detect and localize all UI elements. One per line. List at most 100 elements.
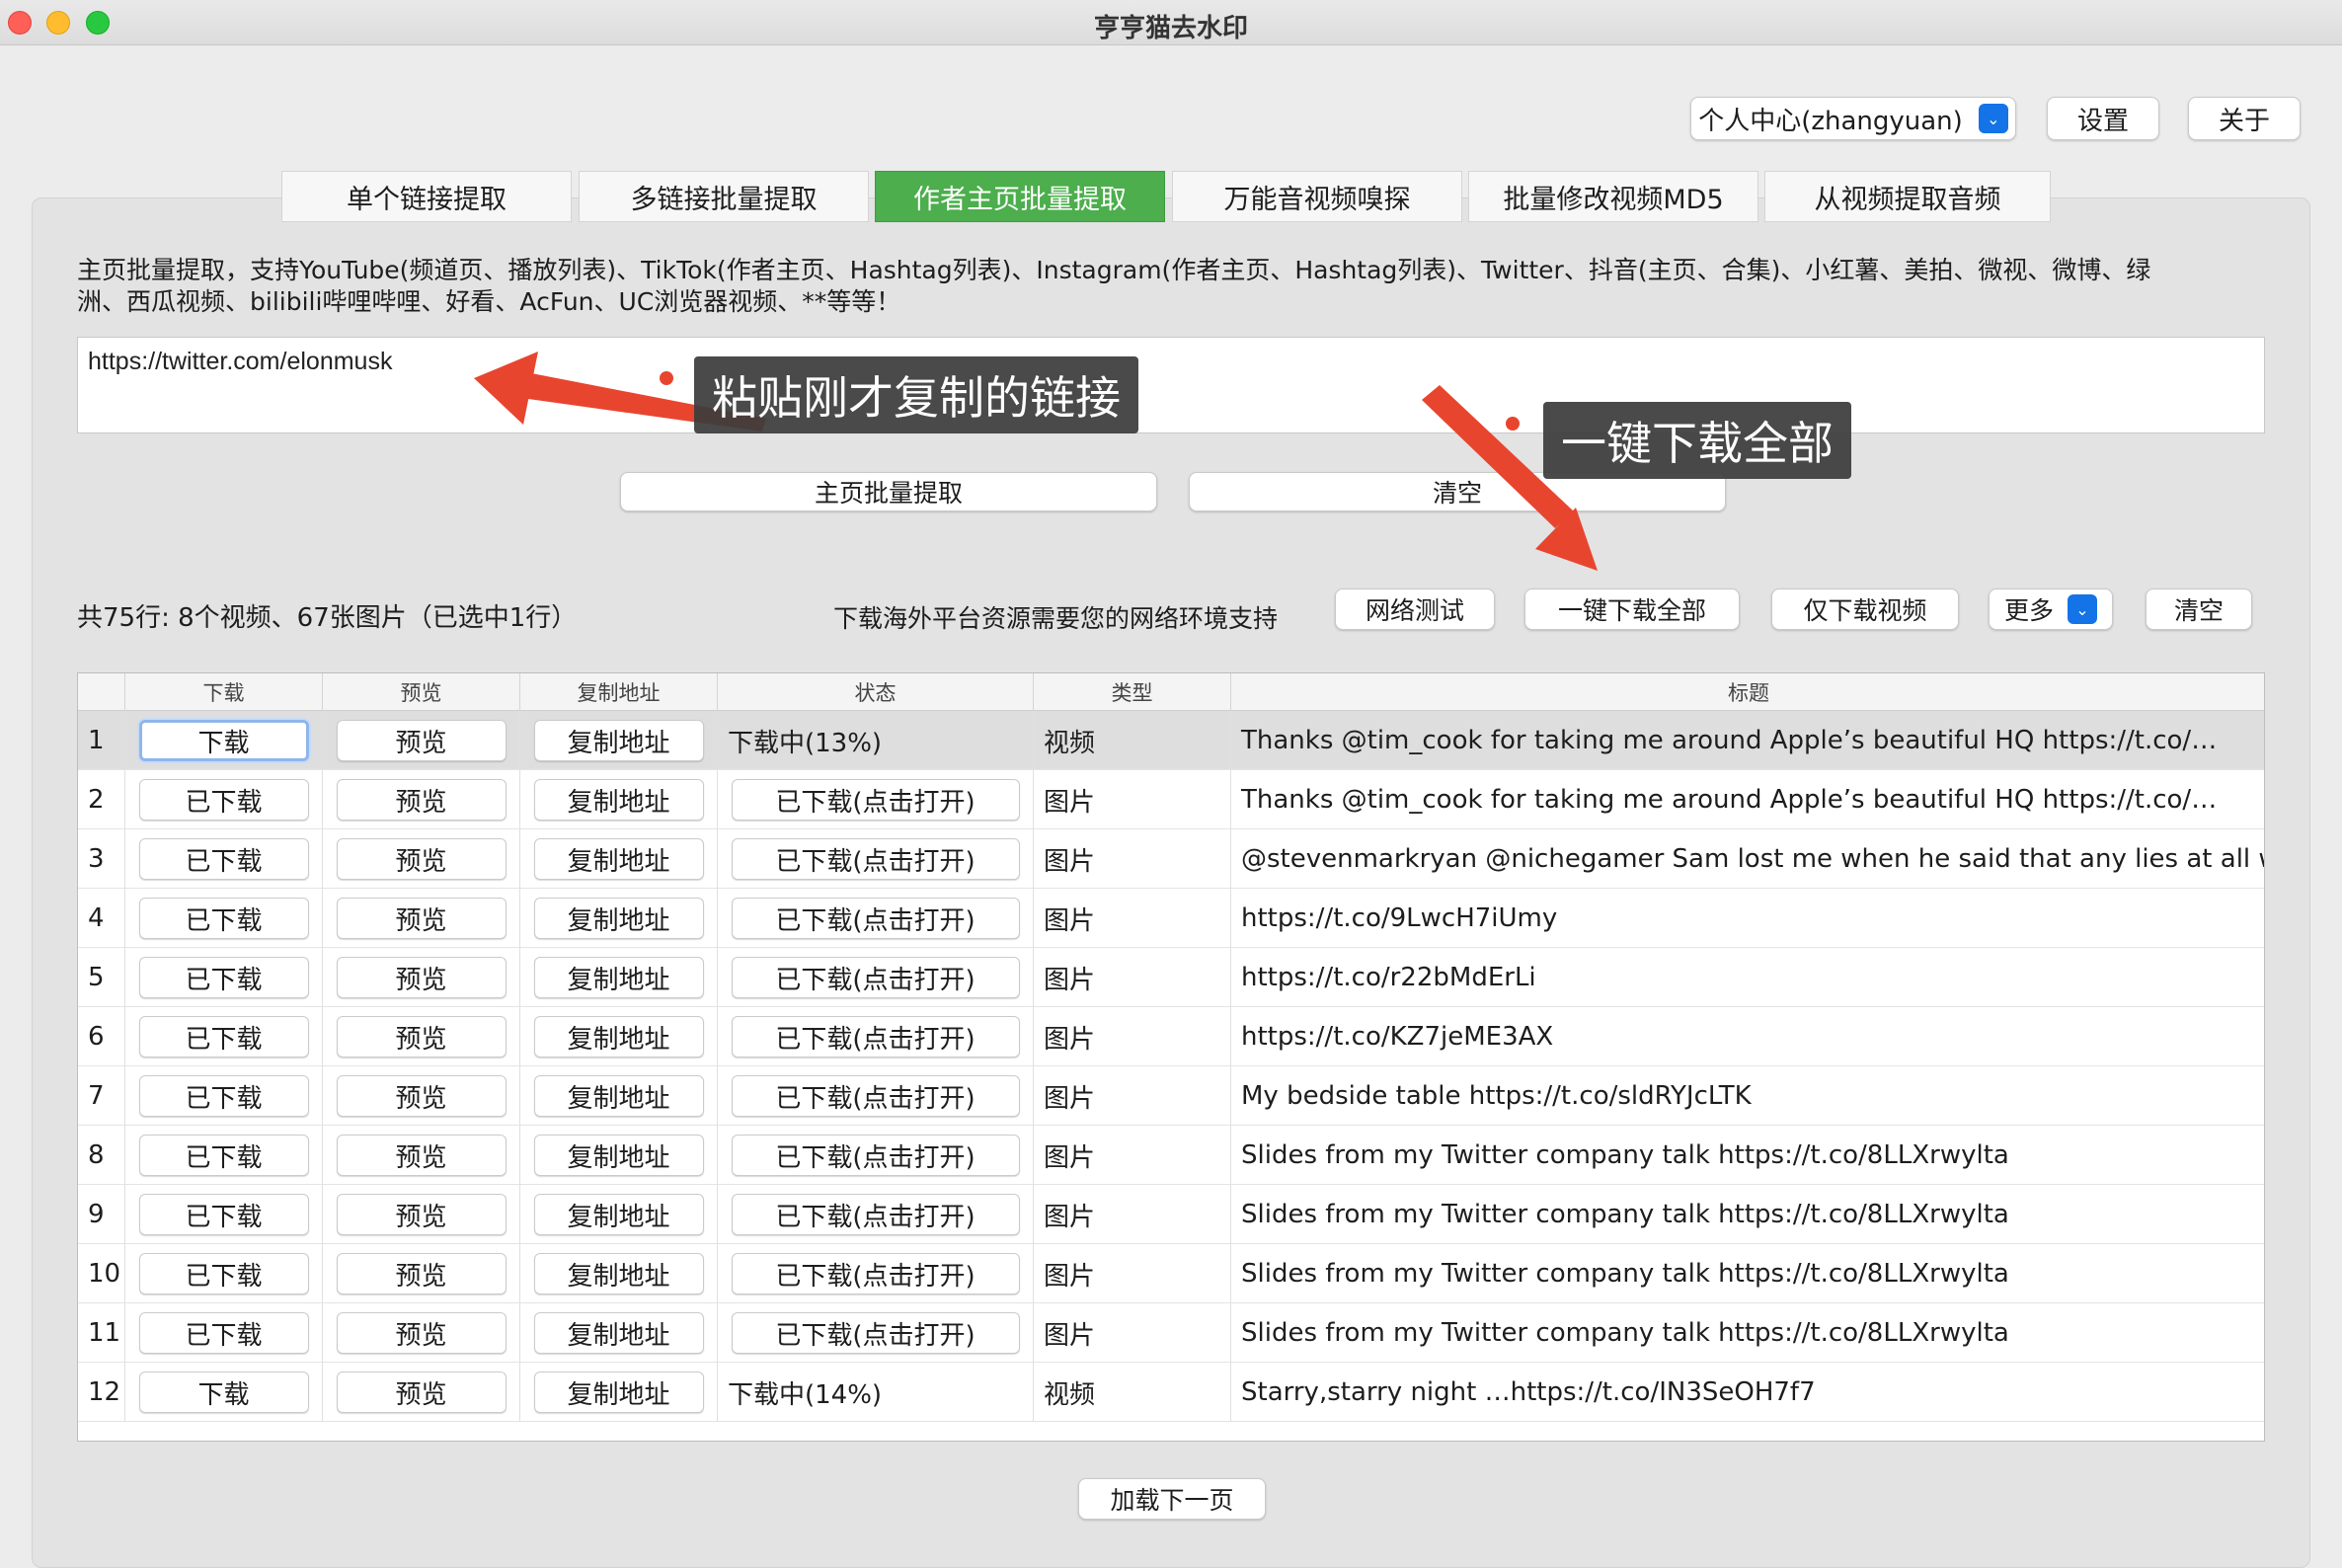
copy-address-button[interactable]: 复制地址 xyxy=(533,898,704,939)
copy-address-button[interactable]: 复制地址 xyxy=(533,1372,704,1413)
preview-cell: 预览 xyxy=(323,1007,520,1066)
download-button[interactable]: 已下载 xyxy=(138,1135,309,1176)
preview-cell: 预览 xyxy=(323,829,520,889)
download-button[interactable]: 已下载 xyxy=(138,838,309,880)
download-all-button[interactable]: 一键下载全部 xyxy=(1524,588,1740,630)
table-row[interactable]: 10 已下载 预览 复制地址 已下载(点击打开) 图片 Slides from my Twi… xyxy=(78,1244,2264,1303)
download-button[interactable]: 下载 xyxy=(138,720,309,761)
download-button[interactable]: 已下载 xyxy=(138,1312,309,1354)
preview-cell: 预览 xyxy=(323,1185,520,1244)
clear-list-button[interactable]: 清空 xyxy=(2146,588,2252,630)
chevron-down-icon: ⌄ xyxy=(1978,104,2008,133)
open-file-button[interactable]: 已下载(点击打开) xyxy=(731,779,1020,821)
copy-address-button[interactable]: 复制地址 xyxy=(533,1075,704,1117)
row-index: 8 xyxy=(78,1126,125,1185)
copy-address-button[interactable]: 复制地址 xyxy=(533,720,704,761)
preview-cell: 预览 xyxy=(323,1126,520,1185)
copy-cell: 复制地址 xyxy=(520,829,718,889)
tab-av-sniffer[interactable]: 万能音视频嗅探 xyxy=(1172,171,1462,222)
column-header-download[interactable]: 下载 xyxy=(125,673,323,711)
table-row[interactable]: 5 已下载 预览 复制地址 已下载(点击打开) 图片 https://t.co/r22bMd… xyxy=(78,948,2264,1007)
download-button[interactable]: 已下载 xyxy=(138,957,309,998)
tab-batch-md5[interactable]: 批量修改视频MD5 xyxy=(1468,171,1758,222)
copy-address-button[interactable]: 复制地址 xyxy=(533,957,704,998)
preview-button[interactable]: 预览 xyxy=(336,1253,507,1294)
copy-address-button[interactable]: 复制地址 xyxy=(533,1253,704,1294)
preview-button[interactable]: 预览 xyxy=(336,1194,507,1235)
open-file-button[interactable]: 已下载(点击打开) xyxy=(731,838,1020,880)
preview-button[interactable]: 预览 xyxy=(336,1135,507,1176)
copy-address-button[interactable]: 复制地址 xyxy=(533,779,704,821)
download-button[interactable]: 已下载 xyxy=(138,1016,309,1058)
status-cell: 已下载(点击打开) xyxy=(718,948,1034,1007)
open-file-button[interactable]: 已下载(点击打开) xyxy=(731,1253,1020,1294)
copy-address-button[interactable]: 复制地址 xyxy=(533,1016,704,1058)
download-cell: 已下载 xyxy=(125,770,323,829)
copy-cell: 复制地址 xyxy=(520,1185,718,1244)
tab-extract-audio[interactable]: 从视频提取音频 xyxy=(1764,171,2051,222)
preview-button[interactable]: 预览 xyxy=(336,1016,507,1058)
column-header-preview[interactable]: 预览 xyxy=(323,673,520,711)
table-row[interactable]: 7 已下载 预览 复制地址 已下载(点击打开) 图片 My bedside table ht… xyxy=(78,1066,2264,1126)
download-button[interactable]: 下载 xyxy=(138,1372,309,1413)
download-button[interactable]: 已下载 xyxy=(138,1075,309,1117)
tab-author-homepage[interactable]: 作者主页批量提取 xyxy=(875,171,1165,222)
download-button[interactable]: 已下载 xyxy=(138,898,309,939)
copy-address-button[interactable]: 复制地址 xyxy=(533,838,704,880)
open-file-button[interactable]: 已下载(点击打开) xyxy=(731,1194,1020,1235)
title-cell: Thanks @tim_cook for taking me around Ap… xyxy=(1241,785,2218,815)
table-row[interactable]: 6 已下载 预览 复制地址 已下载(点击打开) 图片 https://t.co/KZ7jeM… xyxy=(78,1007,2264,1066)
status-cell: 已下载(点击打开) xyxy=(718,1185,1034,1244)
homepage-url-input[interactable]: https://twitter.com/elonmusk xyxy=(77,337,2265,433)
preview-button[interactable]: 预览 xyxy=(336,1312,507,1354)
tab-multi-link[interactable]: 多链接批量提取 xyxy=(579,171,869,222)
preview-cell: 预览 xyxy=(323,711,520,770)
table-row[interactable]: 11 已下载 预览 复制地址 已下载(点击打开) 图片 Slides from my Twi… xyxy=(78,1303,2264,1363)
column-header-title[interactable]: 标题 xyxy=(1231,673,2264,711)
homepage-extract-button[interactable]: 主页批量提取 xyxy=(620,472,1157,511)
preview-button[interactable]: 预览 xyxy=(336,1372,507,1413)
preview-button[interactable]: 预览 xyxy=(336,898,507,939)
load-next-page-button[interactable]: 加载下一页 xyxy=(1078,1478,1266,1520)
download-button[interactable]: 已下载 xyxy=(138,779,309,821)
open-file-button[interactable]: 已下载(点击打开) xyxy=(731,1075,1020,1117)
table-row[interactable]: 2 已下载 预览 复制地址 已下载(点击打开) 图片 Thanks @tim_cook fo… xyxy=(78,770,2264,829)
preview-cell: 预览 xyxy=(323,1244,520,1303)
open-file-button[interactable]: 已下载(点击打开) xyxy=(731,957,1020,998)
table-row[interactable]: 12 下载 预览 复制地址 下载中(14%) 视频 Starry,starry night … xyxy=(78,1363,2264,1422)
type-cell: 图片 xyxy=(1034,1244,1231,1303)
download-button[interactable]: 已下载 xyxy=(138,1253,309,1294)
copy-cell: 复制地址 xyxy=(520,711,718,770)
download-videos-only-button[interactable]: 仅下载视频 xyxy=(1771,588,1959,630)
table-row[interactable]: 9 已下载 预览 复制地址 已下载(点击打开) 图片 Slides from my Twit… xyxy=(78,1185,2264,1244)
copy-cell: 复制地址 xyxy=(520,1126,718,1185)
open-file-button[interactable]: 已下载(点击打开) xyxy=(731,1312,1020,1354)
index-column-header xyxy=(78,673,125,711)
preview-button[interactable]: 预览 xyxy=(336,779,507,821)
more-select[interactable]: 更多 ⌄ xyxy=(1989,588,2113,630)
table-row[interactable]: 3 已下载 预览 复制地址 已下载(点击打开) 图片 @stevenmarkryan @ni… xyxy=(78,829,2264,889)
preview-button[interactable]: 预览 xyxy=(336,720,507,761)
preview-button[interactable]: 预览 xyxy=(336,838,507,880)
open-file-button[interactable]: 已下载(点击打开) xyxy=(731,898,1020,939)
copy-address-button[interactable]: 复制地址 xyxy=(533,1194,704,1235)
column-header-type[interactable]: 类型 xyxy=(1034,673,1231,711)
column-header-copy[interactable]: 复制地址 xyxy=(520,673,718,711)
tab-single-link[interactable]: 单个链接提取 xyxy=(281,171,572,222)
download-button[interactable]: 已下载 xyxy=(138,1194,309,1235)
preview-button[interactable]: 预览 xyxy=(336,957,507,998)
preview-button[interactable]: 预览 xyxy=(336,1075,507,1117)
about-button[interactable]: 关于 xyxy=(2188,97,2301,140)
table-row[interactable]: 4 已下载 预览 复制地址 已下载(点击打开) 图片 https://t.co/9LwcH7… xyxy=(78,889,2264,948)
settings-button[interactable]: 设置 xyxy=(2047,97,2159,140)
copy-address-button[interactable]: 复制地址 xyxy=(533,1135,704,1176)
open-file-button[interactable]: 已下载(点击打开) xyxy=(731,1135,1020,1176)
row-index: 3 xyxy=(78,829,125,889)
network-test-button[interactable]: 网络测试 xyxy=(1335,588,1495,630)
table-row[interactable]: 1 下载 预览 复制地址 下载中(13%) 视频 Thanks @tim_cook for … xyxy=(78,711,2264,770)
user-center-select[interactable]: 个人中心(zhangyuan) ⌄ xyxy=(1690,97,2016,140)
open-file-button[interactable]: 已下载(点击打开) xyxy=(731,1016,1020,1058)
copy-address-button[interactable]: 复制地址 xyxy=(533,1312,704,1354)
column-header-status[interactable]: 状态 xyxy=(718,673,1034,711)
table-row[interactable]: 8 已下载 预览 复制地址 已下载(点击打开) 图片 Slides from my Twit… xyxy=(78,1126,2264,1185)
